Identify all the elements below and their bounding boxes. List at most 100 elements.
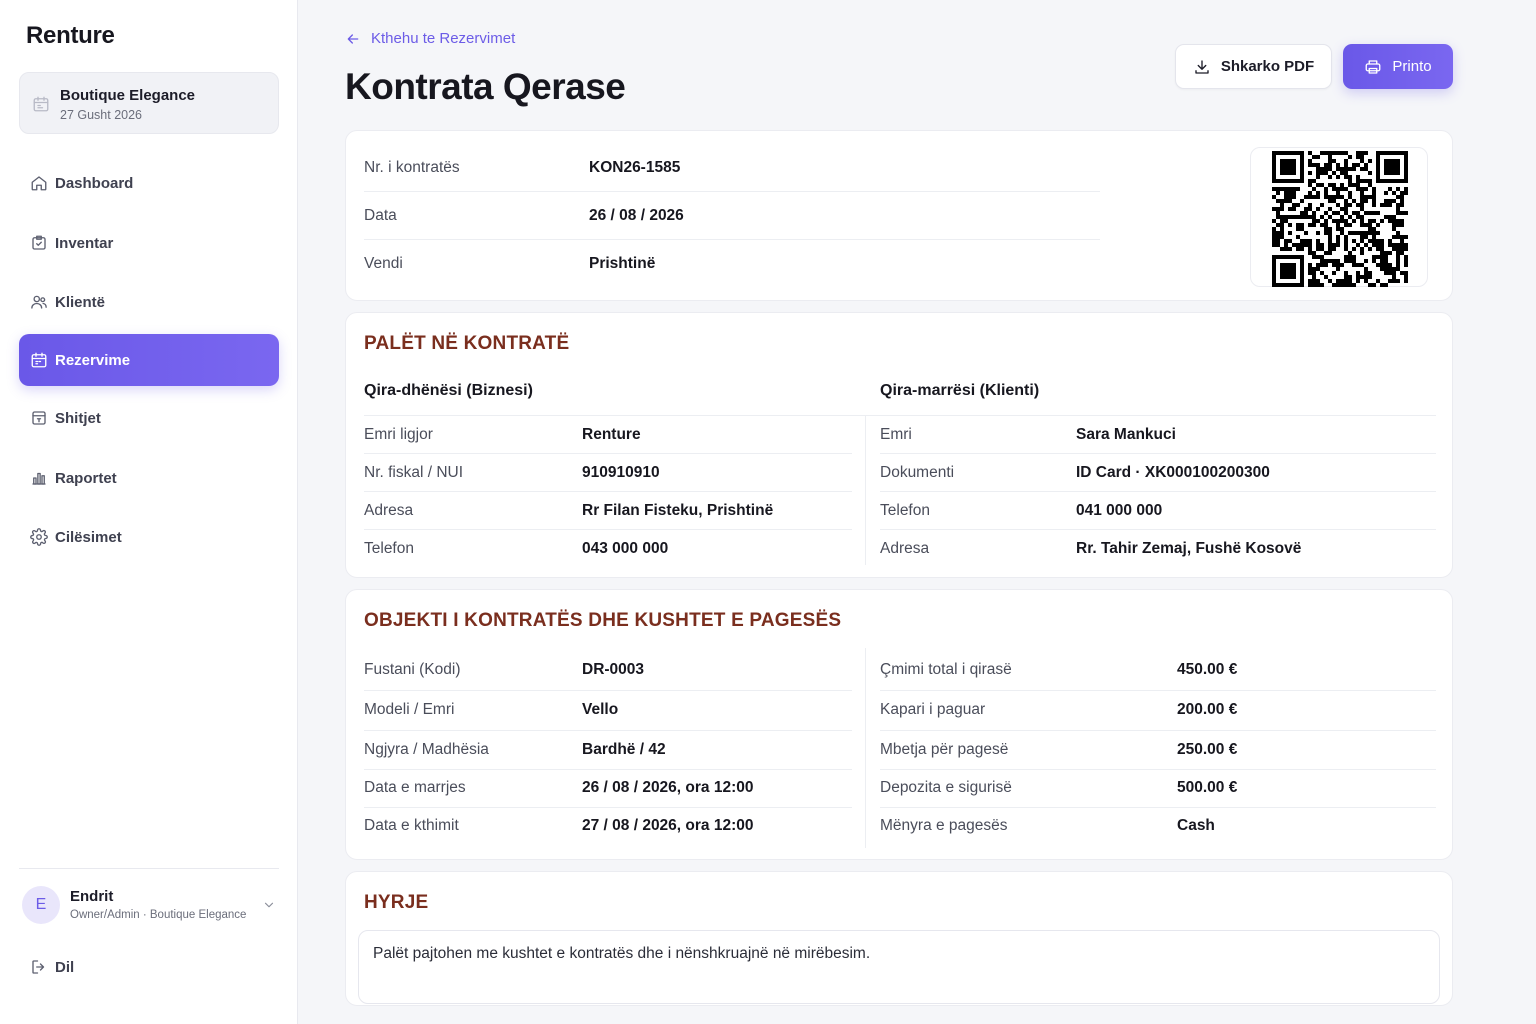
qr-module [1380,259,1384,263]
qr-module [1328,259,1332,263]
qr-module [1344,247,1348,251]
sidebar-item-dashboard[interactable]: Dashboard [19,157,279,209]
qr-module [1344,259,1348,263]
qr-module [1372,243,1376,247]
qr-module [1380,267,1384,271]
qr-module [1276,191,1280,195]
qr-module [1340,171,1344,175]
qr-module [1316,243,1320,247]
qr-module [1388,267,1392,271]
qr-module [1280,231,1284,235]
qr-module [1364,279,1368,283]
field-label: Mbetja për pagesë [880,741,1009,758]
sidebar-item-rezervime[interactable]: Rezervime [19,334,279,386]
gear-icon [30,528,48,546]
qr-module [1324,195,1328,199]
qr-module [1376,255,1380,259]
qr-module [1392,267,1396,271]
sidebar-item-label: Rezervime [55,351,131,369]
sidebar-item-cilesimet[interactable]: Cilësimet [19,511,279,563]
store-switcher[interactable]: Boutique Elegance 27 Gusht 2026 [19,72,279,134]
qr-module [1400,219,1404,223]
row-divider [364,769,852,770]
field-label: Fustani (Kodi) [364,661,461,678]
qr-module [1364,167,1368,171]
app-logo[interactable]: Renture [26,22,115,50]
qr-module [1388,279,1392,283]
back-link[interactable]: Kthehu te Rezervimet [345,30,515,47]
qr-module [1372,227,1376,231]
qr-module [1276,243,1280,247]
qr-module [1404,243,1408,247]
qr-module [1280,227,1284,231]
qr-module [1280,207,1284,211]
field-label: Dokumenti [880,464,955,481]
qr-module [1328,183,1332,187]
qr-module [1400,239,1404,243]
qr-module [1328,207,1332,211]
print-button[interactable]: Printo [1343,44,1453,89]
qr-module [1360,159,1364,163]
qr-module [1348,223,1352,227]
qr-module [1308,243,1312,247]
row-divider [880,491,1436,492]
qr-module [1360,247,1364,251]
contract-number-value: KON26-1585 [589,159,681,176]
arrow-left-icon [345,31,361,47]
sidebar-item-shitjet[interactable]: Shitjet [19,392,279,444]
field-value: 043 000 000 [582,540,669,557]
qr-module [1344,175,1348,179]
qr-module [1288,195,1292,199]
qr-module [1328,231,1332,235]
row-divider [364,453,852,454]
qr-module [1344,171,1348,175]
qr-module [1360,191,1364,195]
qr-module [1336,167,1340,171]
section-title: PALËT NË KONTRATË [364,333,570,354]
qr-module [1288,239,1292,243]
qr-module [1360,263,1364,267]
sidebar-item-inventar[interactable]: Inventar [19,217,279,269]
qr-module [1348,175,1352,179]
qr-module [1356,271,1360,275]
qr-module [1368,219,1372,223]
qr-module [1336,191,1340,195]
qr-module [1392,243,1396,247]
qr-module [1400,223,1404,227]
column-divider [865,415,866,565]
contract-place-value: Prishtinë [589,255,656,272]
qr-module [1396,235,1400,239]
qr-module [1316,219,1320,223]
logout-button[interactable]: Dil [30,958,74,976]
qr-module [1316,231,1320,235]
download-pdf-button[interactable]: Shkarko PDF [1175,44,1332,89]
qr-module [1288,223,1292,227]
qr-module [1352,283,1356,287]
qr-module [1332,271,1336,275]
qr-module [1316,183,1320,187]
field-value: Bardhë / 42 [582,741,666,758]
chevron-down-icon [262,898,276,912]
qr-module [1344,163,1348,167]
qr-module [1328,155,1332,159]
qr-module [1284,191,1288,195]
qr-module [1340,183,1344,187]
qr-module [1324,187,1328,191]
qr-module [1284,219,1288,223]
chart-icon [30,469,48,487]
qr-module [1336,163,1340,167]
qr-module [1292,187,1296,191]
qr-module [1312,251,1316,255]
field-value: 200.00 € [1177,701,1238,718]
sidebar-item-kliente[interactable]: Klientë [19,276,279,328]
qr-module [1320,247,1324,251]
qr-module [1340,283,1344,287]
qr-module [1344,243,1348,247]
user-menu[interactable]: E Endrit Owner/Admin · Boutique Elegance [22,886,280,926]
qr-module [1296,235,1300,239]
qr-module [1308,271,1312,275]
qr-module [1332,151,1336,155]
qr-module [1400,195,1404,199]
qr-module [1392,199,1396,203]
sidebar-item-raportet[interactable]: Raportet [19,452,279,504]
